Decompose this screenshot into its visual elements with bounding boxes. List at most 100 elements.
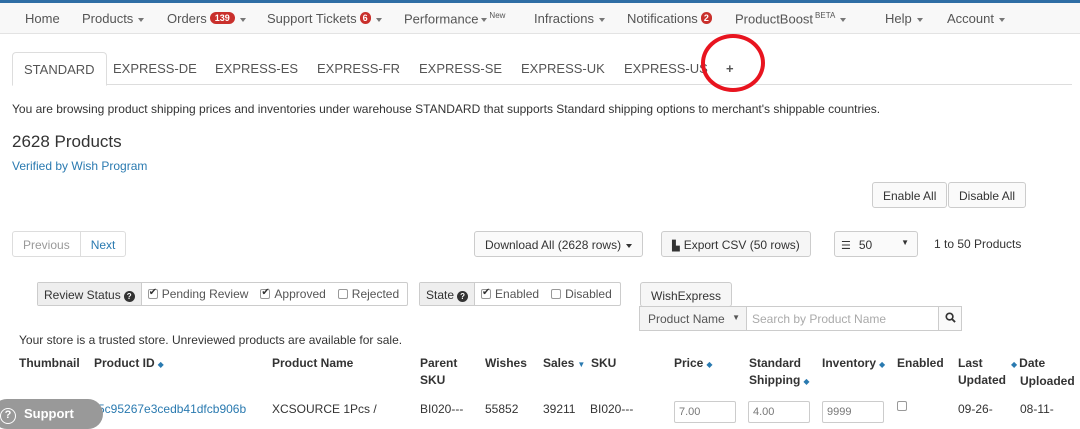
chevron-down-icon xyxy=(138,17,145,22)
filter-enabled[interactable]: Enabled xyxy=(475,287,545,301)
trusted-store-notice: Your store is a trusted store. Unreviewe… xyxy=(19,333,403,347)
nav-orders[interactable]: Orders 139 xyxy=(167,11,246,26)
row-product-id[interactable]: 5c95267e3cedb41dfcb906b xyxy=(98,402,246,416)
nav-infractions[interactable]: Infractions xyxy=(534,11,605,26)
col-shipping-line2: Shipping xyxy=(749,373,801,387)
col-shipping-line1: Standard xyxy=(749,356,802,370)
chevron-down-icon xyxy=(375,17,382,22)
col-product-name: Product Name xyxy=(272,356,354,370)
col-standard-shipping[interactable]: Standard Shipping ◆ xyxy=(749,355,809,390)
nav-productboost-label: ProductBoost xyxy=(735,11,814,27)
col-product-id[interactable]: Product ID ◆ xyxy=(94,355,164,373)
chevron-down-icon xyxy=(916,17,923,22)
disable-all-button[interactable]: Disable All xyxy=(948,182,1027,208)
search-icon xyxy=(944,312,956,323)
page-size-select[interactable]: ☰ 50 ▼ xyxy=(834,231,918,257)
warehouse-info-text: You are browsing product shipping prices… xyxy=(12,102,881,116)
state-text: State xyxy=(426,288,455,302)
nav-performance[interactable]: Performance New xyxy=(404,11,505,26)
chevron-down-icon xyxy=(239,17,246,22)
search-button[interactable] xyxy=(938,306,962,331)
beta-tag: BETA xyxy=(815,11,836,20)
row-enabled-checkbox[interactable] xyxy=(897,401,907,411)
row-inventory-input[interactable]: 9999 xyxy=(822,401,884,423)
wishexpress-button[interactable]: WishExpress xyxy=(640,282,733,307)
col-enabled: Enabled xyxy=(897,356,944,370)
nav-notifications[interactable]: Notifications 2 xyxy=(627,11,712,26)
nav-notifications-label: Notifications xyxy=(627,11,698,26)
col-wishes: Wishes xyxy=(485,356,527,370)
tab-express-de[interactable]: EXPRESS-DE xyxy=(102,52,208,85)
col-last-updated: Last Updated xyxy=(958,355,1006,389)
chevron-down-icon xyxy=(626,243,633,248)
nav-home[interactable]: Home xyxy=(25,11,60,26)
enable-all-button[interactable]: Enable All xyxy=(872,182,948,208)
chevron-down-icon xyxy=(598,17,605,22)
col-parent-sku-line1: Parent xyxy=(420,356,458,370)
nav-support-tickets[interactable]: Support Tickets 6 xyxy=(267,11,382,26)
tab-express-se[interactable]: EXPRESS-SE xyxy=(408,52,513,85)
row-price-input[interactable]: 7.00 xyxy=(674,401,736,423)
filter-pending-review[interactable]: Pending Review xyxy=(142,287,255,301)
col-date-uploaded-line1: Date xyxy=(1019,356,1046,370)
review-status-label: Review Status? xyxy=(38,283,142,305)
filter-rejected[interactable]: Rejected xyxy=(332,287,407,301)
chevron-down-icon: ▼ xyxy=(732,313,740,322)
nav-help-label: Help xyxy=(885,11,912,26)
col-product-id-label: Product ID xyxy=(94,356,155,370)
support-button[interactable]: ? Support xyxy=(0,399,103,429)
rejected-label: Rejected xyxy=(351,287,400,301)
tab-express-fr[interactable]: EXPRESS-FR xyxy=(306,52,411,85)
col-parent-sku: Parent SKU xyxy=(420,355,457,389)
pagination: Previous Next xyxy=(12,231,127,257)
nav-help[interactable]: Help xyxy=(885,11,923,26)
sort-icon: ◆ xyxy=(1011,360,1018,369)
nav-orders-label: Orders xyxy=(167,11,207,26)
filter-approved[interactable]: Approved xyxy=(254,287,331,301)
col-inventory[interactable]: Inventory ◆ xyxy=(822,355,885,373)
col-price-label: Price xyxy=(674,356,704,370)
tab-express-es[interactable]: EXPRESS-ES xyxy=(204,52,309,85)
nav-productboost[interactable]: ProductBoost BETA xyxy=(735,11,847,27)
help-icon[interactable]: ? xyxy=(123,291,135,302)
checkbox-icon xyxy=(147,287,158,299)
page-size-value: 50 xyxy=(858,238,873,252)
support-label: Support xyxy=(24,406,74,421)
nav-account[interactable]: Account xyxy=(947,11,1005,26)
nav-account-label: Account xyxy=(947,11,994,26)
nav-products[interactable]: Products xyxy=(82,11,145,26)
col-last-updated-line2: Updated xyxy=(958,373,1006,387)
export-csv-button[interactable]: ▙ Export CSV (50 rows) xyxy=(661,231,811,257)
sort-icon: ◆ xyxy=(803,377,810,386)
sort-desc-icon: ▼ xyxy=(577,360,586,369)
chevron-down-icon xyxy=(840,17,847,22)
row-last-updated: 09-26- xyxy=(958,402,993,416)
col-sales[interactable]: Sales ▼ xyxy=(543,355,585,373)
row-shipping-input[interactable]: 4.00 xyxy=(748,401,810,423)
search-field-select[interactable]: Product Name ▼ xyxy=(639,306,747,331)
checkbox-icon xyxy=(337,289,348,299)
download-all-button[interactable]: Download All (2628 rows) xyxy=(474,231,644,257)
nav-support-label: Support Tickets xyxy=(267,11,357,26)
enabled-label: Enabled xyxy=(495,287,540,301)
chevron-down-icon: ▼ xyxy=(901,238,909,247)
support-tickets-badge: 6 xyxy=(359,12,371,24)
review-status-filter: Review Status? Pending Review Approved R… xyxy=(37,282,409,306)
review-status-text: Review Status xyxy=(44,288,121,302)
filter-disabled[interactable]: Disabled xyxy=(545,287,620,301)
download-all-label: Download All (2628 rows) xyxy=(485,238,622,252)
help-icon[interactable]: ? xyxy=(457,291,469,302)
tab-standard[interactable]: STANDARD xyxy=(12,52,107,86)
checkbox-icon xyxy=(260,287,271,299)
tab-express-uk[interactable]: EXPRESS-UK xyxy=(510,52,616,85)
col-price[interactable]: Price ◆ xyxy=(674,355,713,373)
previous-page-button[interactable]: Previous xyxy=(13,232,81,256)
search-input[interactable]: Search by Product Name xyxy=(746,306,939,331)
nav-products-label: Products xyxy=(82,11,134,26)
col-date-uploaded[interactable]: ◆ Date Uploaded xyxy=(1011,355,1075,390)
col-sales-label: Sales xyxy=(543,356,575,370)
verified-by-wish-link[interactable]: Verified by Wish Program xyxy=(12,159,147,173)
sort-icon: ◆ xyxy=(706,360,713,369)
next-page-button[interactable]: Next xyxy=(81,232,126,256)
approved-label: Approved xyxy=(274,287,326,301)
